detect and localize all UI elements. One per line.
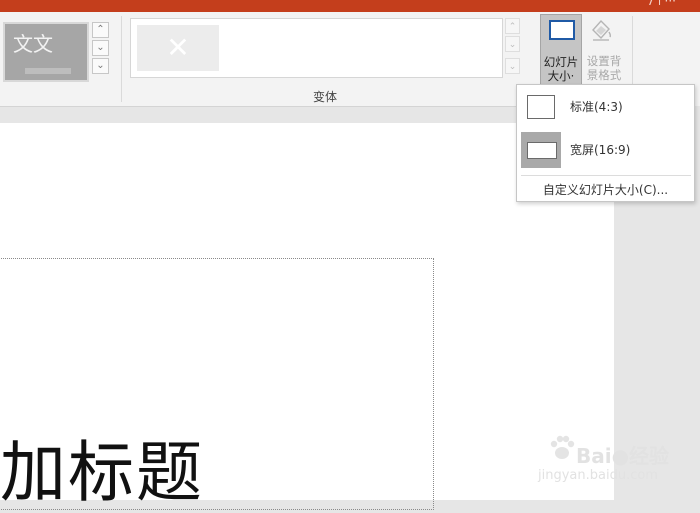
option-label-widescreen: 宽屏(16:9) [570, 143, 631, 157]
watermark-brand: Bai●经验 [576, 444, 670, 468]
group-divider [121, 16, 122, 102]
watermark-url: jingyan.baidu.com [538, 468, 658, 483]
chevron-up-icon: ⌃ [96, 24, 105, 35]
more-icon: ⌄ [96, 60, 105, 71]
slide-size-icon [549, 20, 575, 40]
format-background-label-1: 设置背 [586, 54, 622, 68]
variant-thumbnail[interactable]: ✕ [137, 25, 219, 71]
format-background-button[interactable]: 设置背 景格式 [584, 14, 624, 86]
custom-slide-size-item[interactable]: 自定义幻灯片大小(C)... [517, 181, 694, 198]
group-label-variants: 变体 [313, 90, 338, 104]
title-bar: 7↑··· [0, 0, 700, 12]
theme-scroll-up-button[interactable]: ⌃ [92, 22, 109, 38]
option-label-standard: 标准(4:3) [570, 100, 623, 114]
chevron-down-icon: ⌄ [508, 40, 517, 50]
variant-gallery: ✕ [130, 18, 503, 78]
slide-size-label-1: 幻灯片 [543, 55, 579, 69]
theme-more-button[interactable]: ⌄ [92, 58, 109, 74]
standard-ratio-icon [527, 95, 555, 119]
slide-size-button[interactable]: 幻灯片 大小· [540, 14, 582, 86]
chevron-up-icon: ⌃ [508, 22, 517, 32]
variant-scroll-up-button[interactable]: ⌃ [505, 18, 520, 34]
slide-size-label-2: 大小· [547, 69, 575, 83]
theme-scroll-down-button[interactable]: ⌄ [92, 40, 109, 56]
slide-title-text[interactable]: 加标题 [0, 433, 204, 513]
theme-thumbnail-bar [25, 68, 71, 74]
menu-divider [521, 175, 691, 176]
watermark: Bai●经验 jingyan.baidu.com [536, 424, 696, 494]
variant-more-button[interactable]: ⌄ [505, 58, 520, 74]
slide-size-dropdown: 标准(4:3) 宽屏(16:9) 自定义幻灯片大小(C)... [516, 84, 695, 202]
paw-icon [550, 435, 575, 459]
theme-thumbnail-text: 文文 [13, 32, 53, 56]
paint-bucket-icon [592, 19, 612, 41]
close-icon: ✕ [166, 31, 190, 64]
chevron-down-icon: ⌄ [96, 42, 105, 53]
widescreen-ratio-icon [527, 142, 557, 159]
format-background-label-2: 景格式 [586, 68, 622, 82]
title-bar-fragment: 7↑··· [646, 0, 676, 8]
slide-size-option-standard[interactable]: 标准(4:3) [520, 87, 693, 127]
variant-scroll-down-button[interactable]: ⌄ [505, 36, 520, 52]
slide-size-option-widescreen[interactable]: 宽屏(16:9) [520, 130, 693, 170]
more-icon: ⌄ [508, 62, 517, 72]
theme-thumbnail[interactable]: 文文 [3, 22, 89, 82]
